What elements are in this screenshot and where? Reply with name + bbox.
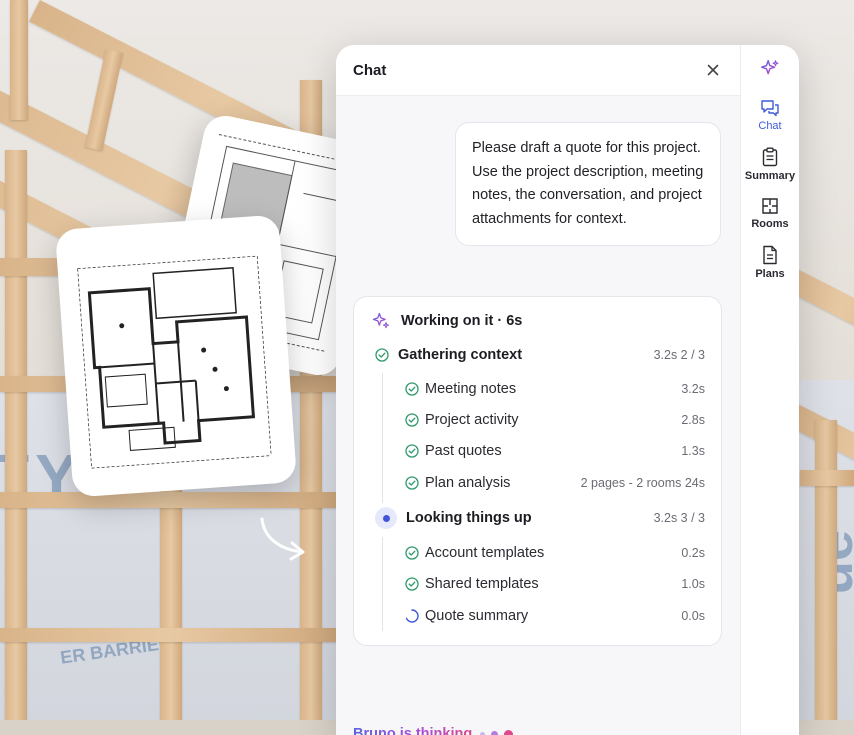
step-row: Project activity 2.8s [405, 408, 705, 432]
check-circle-icon [405, 476, 419, 490]
typing-dots [480, 730, 513, 735]
check-circle-icon [405, 413, 419, 427]
nav-label-chat: Chat [758, 120, 781, 132]
step-row: Plan analysis 2 pages - 2 rooms 24s [405, 471, 705, 495]
step-row: Past quotes 1.3s [405, 439, 705, 463]
tree-connector [382, 537, 383, 631]
check-circle-icon [405, 577, 419, 591]
step-row: Quote summary 0.0s [405, 604, 705, 628]
tree-connector [382, 373, 383, 503]
clipboard-icon [761, 147, 779, 167]
step-duration: 0.0s [681, 609, 705, 623]
nav-item-rooms[interactable]: Rooms [751, 197, 788, 230]
step-duration: 0.2s [681, 546, 705, 560]
floorplan-icon [761, 197, 779, 215]
progress-title: Working on it · 6s [401, 313, 522, 329]
step-duration: 1.3s [681, 444, 705, 458]
step-duration: 2.8s [681, 413, 705, 427]
stud [815, 420, 837, 720]
plate [0, 492, 340, 508]
step-duration: 1.0s [681, 577, 705, 591]
step-label: Quote summary [425, 608, 528, 624]
typing-dot [504, 730, 513, 735]
step-group-meta: 3.2s 3 / 3 [654, 511, 705, 525]
side-nav: Chat Summary Rooms Plans [741, 45, 799, 735]
step-row: Shared templates 1.0s [405, 572, 705, 596]
step-label: Project activity [425, 412, 518, 428]
plate [0, 628, 340, 642]
nav-label-summary: Summary [745, 170, 795, 182]
step-duration: 3.2s [681, 382, 705, 396]
typing-dot [480, 732, 485, 735]
chat-title: Chat [353, 62, 386, 79]
chat-bubbles-icon [760, 99, 780, 117]
stud [10, 0, 28, 120]
user-message: Please draft a quote for this project. U… [455, 122, 721, 246]
step-label: Shared templates [425, 576, 539, 592]
step-label: Plan analysis [425, 475, 510, 491]
chat-body: Please draft a quote for this project. U… [336, 96, 740, 735]
step-group-meta: 3.2s 2 / 3 [654, 348, 705, 362]
chat-column: Chat Please draft a quote for this proje… [336, 45, 741, 735]
step-label: Meeting notes [425, 381, 516, 397]
sparkle-icon [371, 311, 391, 331]
loading-spinner-icon [405, 609, 419, 623]
progress-card: Working on it · 6s Gathering context 3.2… [353, 296, 722, 646]
thinking-indicator: Bruno is thinking [353, 726, 513, 735]
step-row: Meeting notes 3.2s [405, 377, 705, 401]
step-label: Account templates [425, 545, 544, 561]
chat-header: Chat [336, 45, 740, 96]
step-group-header[interactable]: Looking things up 3.2s 3 / 3 [375, 506, 705, 530]
curved-arrow-icon [256, 515, 316, 565]
step-group-title: Gathering context [398, 347, 522, 363]
step-row: Account templates 0.2s [405, 541, 705, 565]
assistant-sparkle-button[interactable] [759, 58, 781, 85]
close-icon [707, 64, 719, 76]
nav-label-rooms: Rooms [751, 218, 788, 230]
sparkle-icon [759, 58, 781, 80]
step-group-header[interactable]: Gathering context 3.2s 2 / 3 [375, 343, 705, 367]
nav-item-plans[interactable]: Plans [755, 245, 784, 280]
thinking-text: Bruno is thinking [353, 726, 472, 735]
typing-dot [491, 731, 498, 735]
step-group-title: Looking things up [406, 510, 532, 526]
step-label: Past quotes [425, 443, 502, 459]
assistant-panel: Chat Please draft a quote for this proje… [336, 45, 799, 735]
nav-item-chat[interactable]: Chat [758, 99, 781, 132]
close-button[interactable] [703, 60, 723, 80]
step-duration: 2 pages - 2 rooms 24s [581, 476, 705, 490]
stud [85, 49, 123, 151]
check-circle-icon [405, 382, 419, 396]
progress-header: Working on it · 6s [371, 311, 522, 331]
plate [800, 470, 854, 486]
check-circle-icon [375, 348, 389, 362]
floor-plan-drawing [55, 215, 297, 498]
nav-label-plans: Plans [755, 268, 784, 280]
in-progress-indicator [375, 507, 397, 529]
document-icon [762, 245, 778, 265]
check-circle-icon [405, 546, 419, 560]
floor-plan-attachment-front [55, 215, 297, 498]
check-circle-icon [405, 444, 419, 458]
nav-item-summary[interactable]: Summary [745, 147, 795, 182]
